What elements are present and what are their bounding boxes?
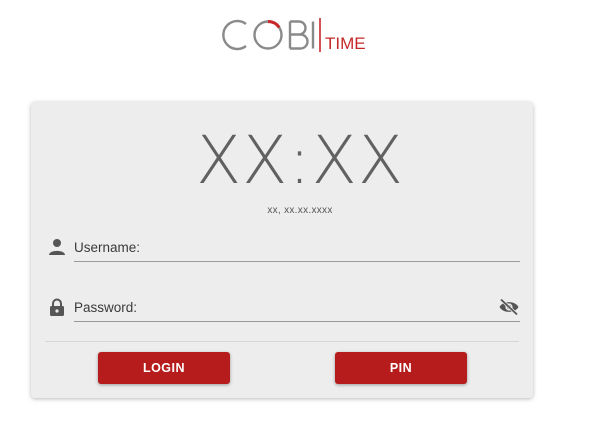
- cobi-time-logo: TIME: [222, 18, 366, 53]
- username-field: [46, 232, 520, 262]
- person-icon: [49, 238, 65, 256]
- login-button[interactable]: LOGIN: [98, 352, 230, 384]
- password-input[interactable]: [74, 296, 496, 318]
- app-logo: TIME: [0, 14, 600, 58]
- form-divider: [45, 341, 519, 342]
- eye-off-icon[interactable]: [498, 298, 520, 316]
- username-input[interactable]: [74, 236, 496, 258]
- svg-text:TIME: TIME: [325, 34, 366, 53]
- clock-date: xx, xx.xx.xxxx: [267, 205, 333, 216]
- pin-button[interactable]: PIN: [335, 352, 467, 384]
- username-underline: [74, 261, 520, 262]
- lock-icon: [49, 298, 65, 316]
- clock-time: XX:XX: [195, 122, 405, 199]
- password-underline: [74, 321, 520, 322]
- password-field: [46, 292, 520, 322]
